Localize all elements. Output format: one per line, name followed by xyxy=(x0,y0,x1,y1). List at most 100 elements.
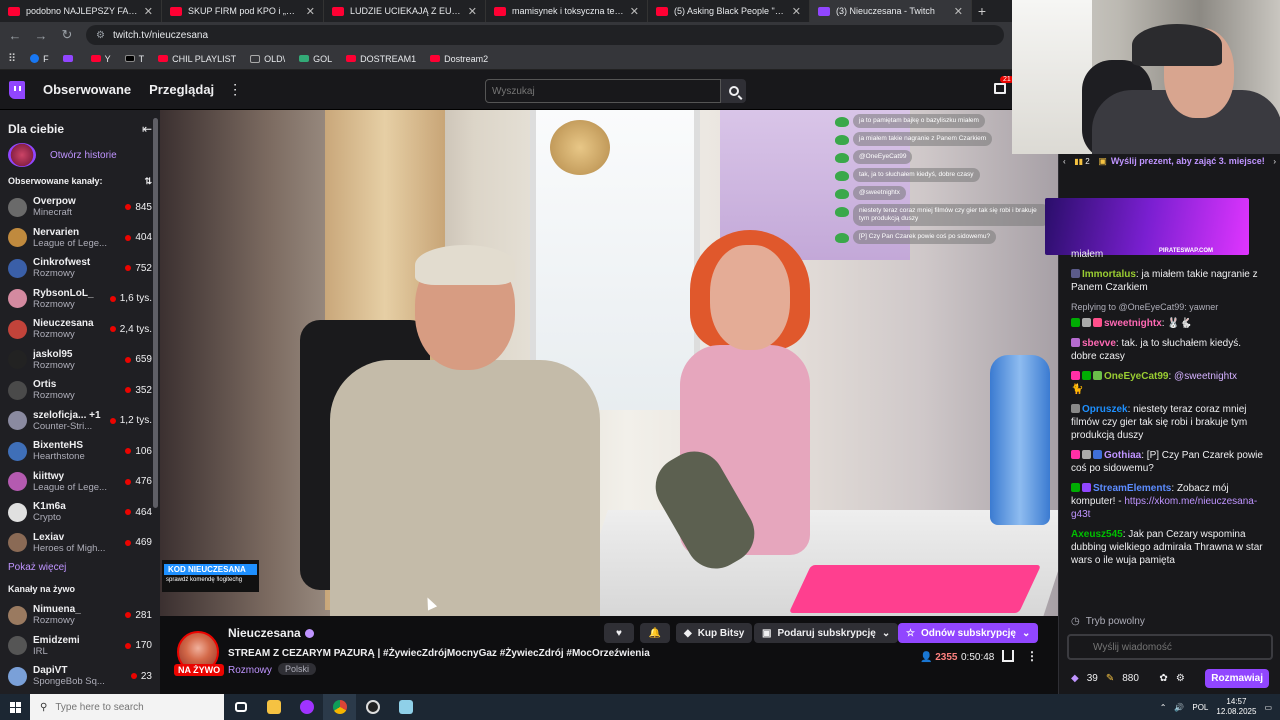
more-options-icon[interactable]: ⋮ xyxy=(1026,649,1038,663)
start-button[interactable] xyxy=(0,701,30,713)
share-icon[interactable] xyxy=(1002,650,1014,662)
file-explorer-icon[interactable] xyxy=(257,694,290,720)
close-tab-icon[interactable]: ✕ xyxy=(468,5,477,18)
sidebar-channel[interactable]: BixenteHS Hearthstone 106 xyxy=(0,436,160,467)
open-stories-link[interactable]: Otwórz historie xyxy=(50,150,117,161)
collapse-sidebar-icon[interactable]: ⇤ xyxy=(142,122,152,136)
obs-icon[interactable] xyxy=(356,694,389,720)
messenger-icon[interactable] xyxy=(290,694,323,720)
twitch-logo-icon[interactable] xyxy=(9,80,25,99)
chat-settings-icon[interactable]: ⚙ xyxy=(1176,673,1185,684)
sidebar-channel[interactable]: Nimuena_ Rozmowy 281 xyxy=(0,600,160,631)
chat-badge-icon[interactable] xyxy=(1082,318,1091,327)
chat-badge-icon[interactable] xyxy=(1093,450,1102,459)
video-player[interactable]: ja to pamiętam bajkę o bazyliszku miałem… xyxy=(160,110,1058,616)
search-input[interactable] xyxy=(485,79,721,103)
chat-badge-icon[interactable] xyxy=(1071,483,1080,492)
tray-arrow-icon[interactable]: ⌃ xyxy=(1160,703,1167,712)
sidebar-channel[interactable]: Cinkrofwest Rozmowy 752 xyxy=(0,253,160,284)
taskbar-search-input[interactable] xyxy=(55,701,196,713)
get-bits-button[interactable]: ◆ Kup Bitsy xyxy=(676,623,753,643)
channel-points-icon[interactable]: ✎ xyxy=(1106,673,1114,684)
chat-mention[interactable]: @sweetnightx xyxy=(1174,371,1237,382)
app-icon[interactable] xyxy=(389,694,422,720)
close-tab-icon[interactable]: ✕ xyxy=(144,5,153,18)
bookmark[interactable]: F xyxy=(30,54,49,64)
chat-username[interactable]: Axeusz545 xyxy=(1071,529,1123,540)
chat-badge-icon[interactable] xyxy=(1082,450,1091,459)
chat-username[interactable]: Immortalus xyxy=(1082,269,1136,280)
chat-badge-icon[interactable] xyxy=(1071,371,1080,380)
site-info-icon[interactable]: ⚙ xyxy=(96,30,105,41)
resubscribe-button[interactable]: ☆ Odnów subskrypcję ⌄ xyxy=(898,623,1039,643)
bookmark[interactable]: Y xyxy=(90,54,111,64)
nav-browse[interactable]: Przeglądaj xyxy=(149,82,214,97)
new-tab-icon[interactable]: + xyxy=(972,3,992,19)
chat-username[interactable]: OneEyeCat99 xyxy=(1104,371,1168,382)
taskbar-search[interactable]: ⚲ xyxy=(30,694,224,720)
follow-button[interactable]: ♥ xyxy=(604,623,634,643)
ad-banner[interactable]: PIRATESWAP.COM xyxy=(1045,198,1249,255)
browser-tab[interactable]: SKUP FIRM pod KPO i „100% W ✕ xyxy=(162,0,324,22)
bookmark[interactable]: GOL xyxy=(299,54,332,64)
show-more-link[interactable]: Pokaż więcej xyxy=(0,558,160,578)
chat-badge-icon[interactable] xyxy=(1082,483,1091,492)
sidebar-channel[interactable]: Ortis Rozmowy 352 xyxy=(0,375,160,406)
chat-badge-icon[interactable] xyxy=(1071,450,1080,459)
leaderboard-prev-icon[interactable]: ‹ xyxy=(1063,157,1066,166)
close-tab-icon[interactable]: ✕ xyxy=(306,5,315,18)
chat-username[interactable]: Gothiaa xyxy=(1104,450,1141,461)
channel-name[interactable]: Nieuczesana xyxy=(228,626,301,640)
chat-badge-icon[interactable] xyxy=(1071,318,1080,327)
inbox-icon[interactable] xyxy=(994,83,1006,94)
stories-row[interactable]: Otwórz historie xyxy=(0,140,160,170)
chat-badge-icon[interactable] xyxy=(1071,269,1080,278)
sidebar-channel[interactable]: Lexiav Heroes of Migh... 469 xyxy=(0,528,160,559)
gift-sub-button[interactable]: ▣ Podaruj subskrypcję ⌄ xyxy=(754,623,899,643)
url-field[interactable]: ⚙ twitch.tv/nieuczesana xyxy=(86,25,1004,45)
chat-badge-icon[interactable] xyxy=(1093,318,1102,327)
sidebar-channel[interactable]: K1m6a Crypto 464 xyxy=(0,497,160,528)
bookmark[interactable]: DOSTREAM1 xyxy=(346,54,416,64)
browser-tab[interactable]: podobno NAJLEPSZY FAST FOO ✕ xyxy=(0,0,162,22)
browser-tab[interactable]: (5) Asking Black People "Where ✕ xyxy=(648,0,810,22)
browser-tab[interactable]: LUDZIE UCIEKAJĄ Z EUROPEJSK ✕ xyxy=(324,0,486,22)
apps-icon[interactable]: ⠿ xyxy=(8,52,16,65)
forward-icon[interactable]: → xyxy=(34,28,48,43)
input-language[interactable]: POL xyxy=(1192,703,1208,712)
sidebar-channel[interactable]: szeloficja... +1 Counter-Stri... 1,2 tys. xyxy=(0,406,160,437)
bookmark[interactable]: Dostream2 xyxy=(430,54,488,64)
nav-following[interactable]: Obserwowane xyxy=(43,82,131,97)
stream-category[interactable]: Rozmowy xyxy=(228,665,272,676)
bookmark[interactable]: T xyxy=(124,54,144,64)
bookmark[interactable] xyxy=(62,55,77,62)
sidebar-channel[interactable]: DapiVT SpongeBob Sq... 23 xyxy=(0,661,160,692)
browser-tab[interactable]: (3) Nieuczesana - Twitch ✕ xyxy=(810,0,972,22)
task-view-icon[interactable] xyxy=(224,694,257,720)
sidebar-channel[interactable]: RybsonLoL_ Rozmowy 1,6 tys. xyxy=(0,284,160,315)
chat-input[interactable] xyxy=(1067,634,1273,660)
chat-username[interactable]: sbevve xyxy=(1082,338,1116,349)
sidebar-channel[interactable]: jaskol95 Rozmowy 659 xyxy=(0,345,160,376)
chat-username[interactable]: sweetnightx xyxy=(1104,318,1162,329)
chrome-icon[interactable] xyxy=(323,694,356,720)
chat-badge-icon[interactable] xyxy=(1071,404,1080,413)
sidebar-channel[interactable]: Overpow Minecraft 845 xyxy=(0,192,160,223)
leaderboard-next-icon[interactable]: › xyxy=(1273,157,1276,166)
sort-icon[interactable]: ⇅ xyxy=(144,176,152,187)
chat-username[interactable]: Opruszek xyxy=(1082,404,1128,415)
sidebar-channel[interactable]: Emidzemi IRL 170 xyxy=(0,631,160,662)
notifications-icon[interactable]: ▭ xyxy=(1264,703,1272,712)
search-button[interactable] xyxy=(721,79,746,103)
nav-more-icon[interactable]: ⋮ xyxy=(228,81,242,98)
bits-icon[interactable]: ◆ xyxy=(1071,673,1079,684)
chat-username[interactable]: StreamElements xyxy=(1093,483,1171,494)
chat-badge-icon[interactable] xyxy=(1093,371,1102,380)
close-tab-icon[interactable]: ✕ xyxy=(630,5,639,18)
emote-picker-icon[interactable]: ✿ xyxy=(1159,673,1167,684)
gift-prompt[interactable]: ▣ Wyślij prezent, aby zająć 3. miejsce! xyxy=(1098,156,1264,167)
bookmark[interactable]: CHIL PLAYLIST xyxy=(158,54,236,64)
speaker-icon[interactable]: 🔊 xyxy=(1174,703,1184,712)
chat-badge-icon[interactable] xyxy=(1071,338,1080,347)
browser-tab[interactable]: mamisynek i toksyczna teściow ✕ xyxy=(486,0,648,22)
